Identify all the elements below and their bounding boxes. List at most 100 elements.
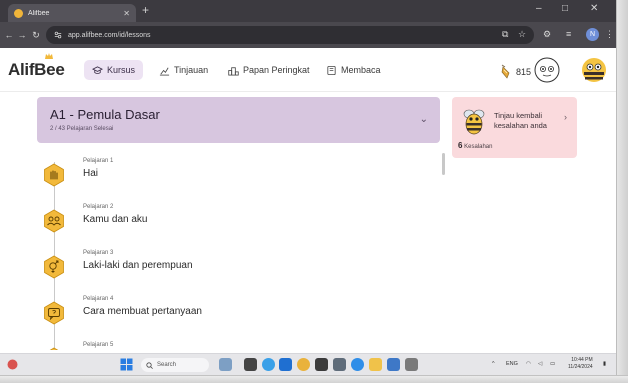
lesson-number: Pelajaran 3 [83,250,114,256]
nav-membaca[interactable]: Membaca [318,60,389,80]
mistakes-count-value: 6 [458,141,463,150]
sidebar-toggle-icon[interactable]: ≡ [566,29,571,39]
podium-icon [228,66,239,75]
lesson-number: Pelajaran 2 [83,204,114,210]
screenshot-frame: Alifbee ✕ + – □ ✕ ← → ↻ app.alifbee.com/… [0,0,628,383]
taskbar-app-icon[interactable] [315,358,328,371]
windows-start-icon[interactable] [120,358,133,371]
notifications-icon[interactable]: ▮ [603,361,606,367]
minimize-button[interactable]: – [536,3,542,14]
chevron-down-icon[interactable]: ⌄ [420,114,428,125]
course-title: A1 - Pemula Dasar [50,107,160,122]
forward-icon[interactable]: → [15,30,29,40]
taskbar-app-icon[interactable] [333,358,346,371]
graduation-cap-icon [92,65,103,74]
taskbar-app-icon[interactable] [351,358,364,371]
back-icon[interactable]: ← [2,30,16,40]
search-placeholder: Search [157,362,177,368]
extensions-icon[interactable]: ⚙ [543,29,551,40]
nav-papan-peringkat-label: Papan Peringkat [243,65,310,75]
lantern-icon [501,64,510,79]
lesson-name: Cara membuat pertanyaan [83,306,202,317]
edge-browser-icon[interactable] [262,358,275,371]
install-app-icon[interactable]: ⧉ [502,29,508,40]
bookmark-star-icon[interactable]: ☆ [518,29,526,40]
nav-kursus[interactable]: Kursus [84,60,144,80]
browser-menu-icon[interactable]: ⋮ [605,29,614,40]
lesson-icon [49,347,59,350]
course-banner[interactable]: A1 - Pemula Dasar 2 / 43 Pelajaran Seles… [37,97,440,143]
greeting-icon [44,163,64,187]
lesson-item[interactable]: Pelajaran 5 [37,340,437,350]
outlook-icon[interactable] [279,358,292,371]
weather-icon[interactable] [6,358,19,371]
lesson-number: Pelajaran 5 [83,342,114,348]
review-title: Tinjau kembali kesalahan anda [494,111,547,130]
volume-icon[interactable]: ◁ [538,361,542,367]
bee-mascot-icon [463,109,485,135]
address-bar[interactable]: app.alifbee.com/id/lessons [46,26,534,44]
lesson-item[interactable]: Pelajaran 1 Hai [37,156,437,192]
maximize-button[interactable]: □ [562,3,568,14]
lesson-item[interactable]: Pelajaran 2 Kamu dan aku [37,202,437,238]
app-logo[interactable]: AlifBee [8,60,65,80]
mistakes-count-label: Kesalahan [464,144,493,150]
clock-date: 11/24/2024 [568,364,593,370]
user-bee-avatar[interactable] [581,57,607,83]
tray-overflow-icon[interactable]: ^ [492,361,495,367]
course-progress: 2 / 43 Pelajaran Selesai [50,126,114,132]
lesson-item[interactable]: Pelajaran 4 Cara membuat pertanyaan [37,294,437,330]
browser-tab-bar: Alifbee ✕ + – □ ✕ [0,0,616,22]
chevron-right-icon[interactable]: › [564,112,567,122]
nav-kursus-label: Kursus [107,65,136,75]
browser-tab[interactable]: Alifbee ✕ [8,4,136,22]
lesson-list-scrollbar[interactable] [442,153,445,175]
system-clock[interactable]: 10:44 PM 11/24/2024 [568,357,593,371]
question-chat-icon [44,301,64,325]
nav-tinjauan[interactable]: Tinjauan [151,60,216,80]
frame-right-edge [616,0,628,383]
reload-icon[interactable]: ↻ [29,30,43,41]
site-info-icon[interactable] [54,31,62,39]
tab-close-icon[interactable]: ✕ [123,9,130,18]
lesson-name: Hai [83,168,99,179]
people-icon [44,209,64,233]
browser-toolbar: ← → ↻ app.alifbee.com/id/lessons ⧉ ☆ ⚙ ≡… [0,22,616,48]
mascot-avatar[interactable] [534,57,560,83]
favicon-icon [14,8,23,18]
url-text: app.alifbee.com/id/lessons [68,31,151,39]
review-mistakes-card[interactable]: Tinjau kembali kesalahan anda › 6 Kesala… [452,97,577,158]
wifi-icon[interactable]: ◠ [526,361,531,367]
app-header: AlifBee Kursus Tinjauan Papan Peringkat [0,48,616,92]
taskbar-search[interactable]: Search [141,358,209,372]
logo-crown-icon [45,53,53,59]
chrome-icon[interactable] [297,358,310,371]
lesson-name: Laki-laki dan perempuan [83,260,193,271]
search-icon [146,361,153,369]
lesson-name: Kamu dan aku [83,214,148,225]
lesson-item[interactable]: Pelajaran 3 Laki-laki dan perempuan [37,248,437,284]
close-window-button[interactable]: ✕ [590,3,598,14]
points-value: 815 [516,67,532,77]
task-view-icon[interactable] [244,358,257,371]
lesson-number: Pelajaran 1 [83,158,114,164]
language-indicator[interactable]: ENG [506,361,518,367]
file-explorer-icon[interactable] [369,358,382,371]
points-counter[interactable]: 815 [499,64,531,80]
book-icon [327,65,336,75]
gender-icon [44,255,64,279]
taskbar: Search ^ ENG ◠ ◁ ▭ 10:44 PM 11/24/2024 ▮ [0,353,616,375]
lesson-number: Pelajaran 4 [83,296,114,302]
browser-profile-avatar[interactable]: N [586,28,599,41]
battery-icon[interactable]: ▭ [550,361,555,367]
nav-papan-peringkat[interactable]: Papan Peringkat [220,60,318,80]
taskbar-app-icon[interactable] [405,358,418,371]
chart-icon [159,67,170,75]
lesson-list: Pelajaran 1 Hai Pelajaran 2 Kamu dan aku… [37,150,442,350]
new-tab-button[interactable]: + [142,3,149,17]
taskbar-app-icon[interactable] [387,358,400,371]
taskbar-app-icon[interactable] [219,358,232,371]
nav-membaca-label: Membaca [341,65,381,75]
frame-bottom-edge [0,375,628,383]
nav-tinjauan-label: Tinjauan [174,65,209,75]
